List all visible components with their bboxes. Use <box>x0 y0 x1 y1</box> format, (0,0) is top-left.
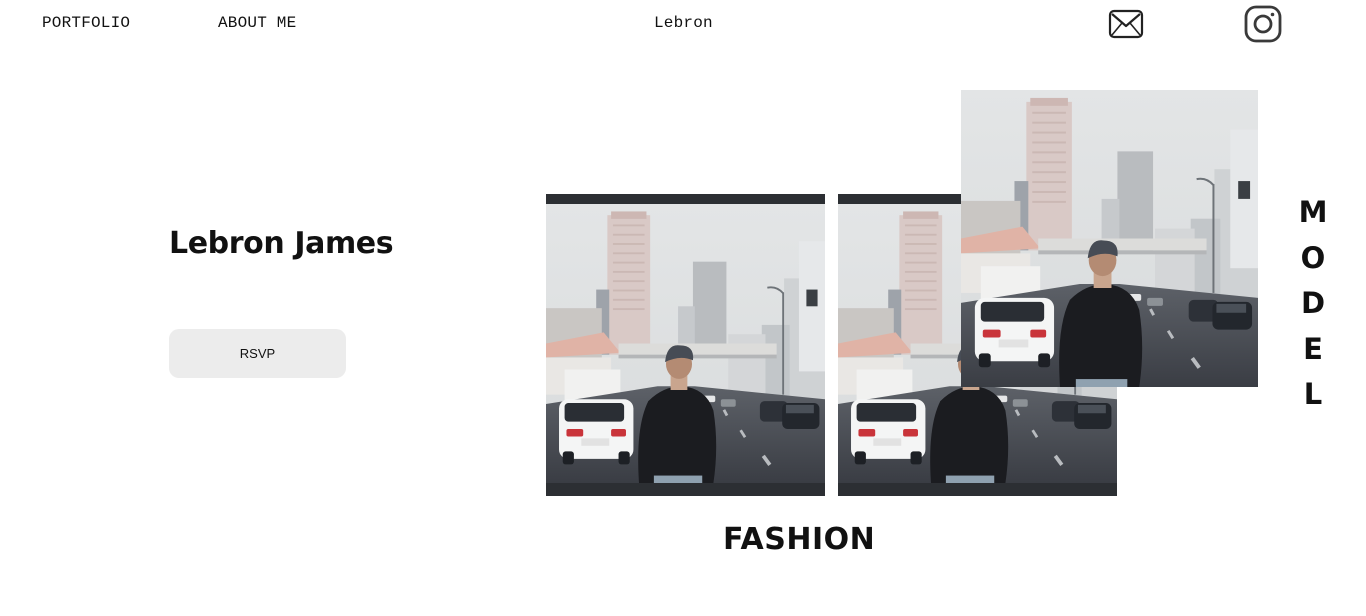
mail-link[interactable] <box>1108 9 1144 44</box>
brand-link[interactable]: Lebron <box>654 14 713 32</box>
vertical-model-text: M O D E L <box>1290 190 1336 418</box>
nav-about-link[interactable]: ABOUT ME <box>218 14 296 32</box>
instagram-icon <box>1244 5 1282 43</box>
nav-portfolio-link[interactable]: PORTFOLIO <box>42 14 130 32</box>
gallery-photo-1[interactable] <box>546 194 825 496</box>
vertical-letter: D <box>1300 286 1326 320</box>
gallery-photo-3[interactable] <box>960 90 1259 387</box>
vertical-letter: E <box>1303 331 1323 366</box>
street-photo <box>546 194 825 493</box>
mail-icon <box>1108 9 1144 39</box>
vertical-letter: O <box>1300 240 1326 275</box>
vertical-letter: L <box>1303 377 1323 411</box>
rsvp-button[interactable]: RSVP <box>169 329 346 378</box>
street-photo <box>960 90 1259 387</box>
vertical-letter: M <box>1298 195 1328 229</box>
gallery-caption: FASHION <box>723 522 876 557</box>
instagram-link[interactable] <box>1244 5 1282 48</box>
hero-name: Lebron James <box>169 226 394 261</box>
